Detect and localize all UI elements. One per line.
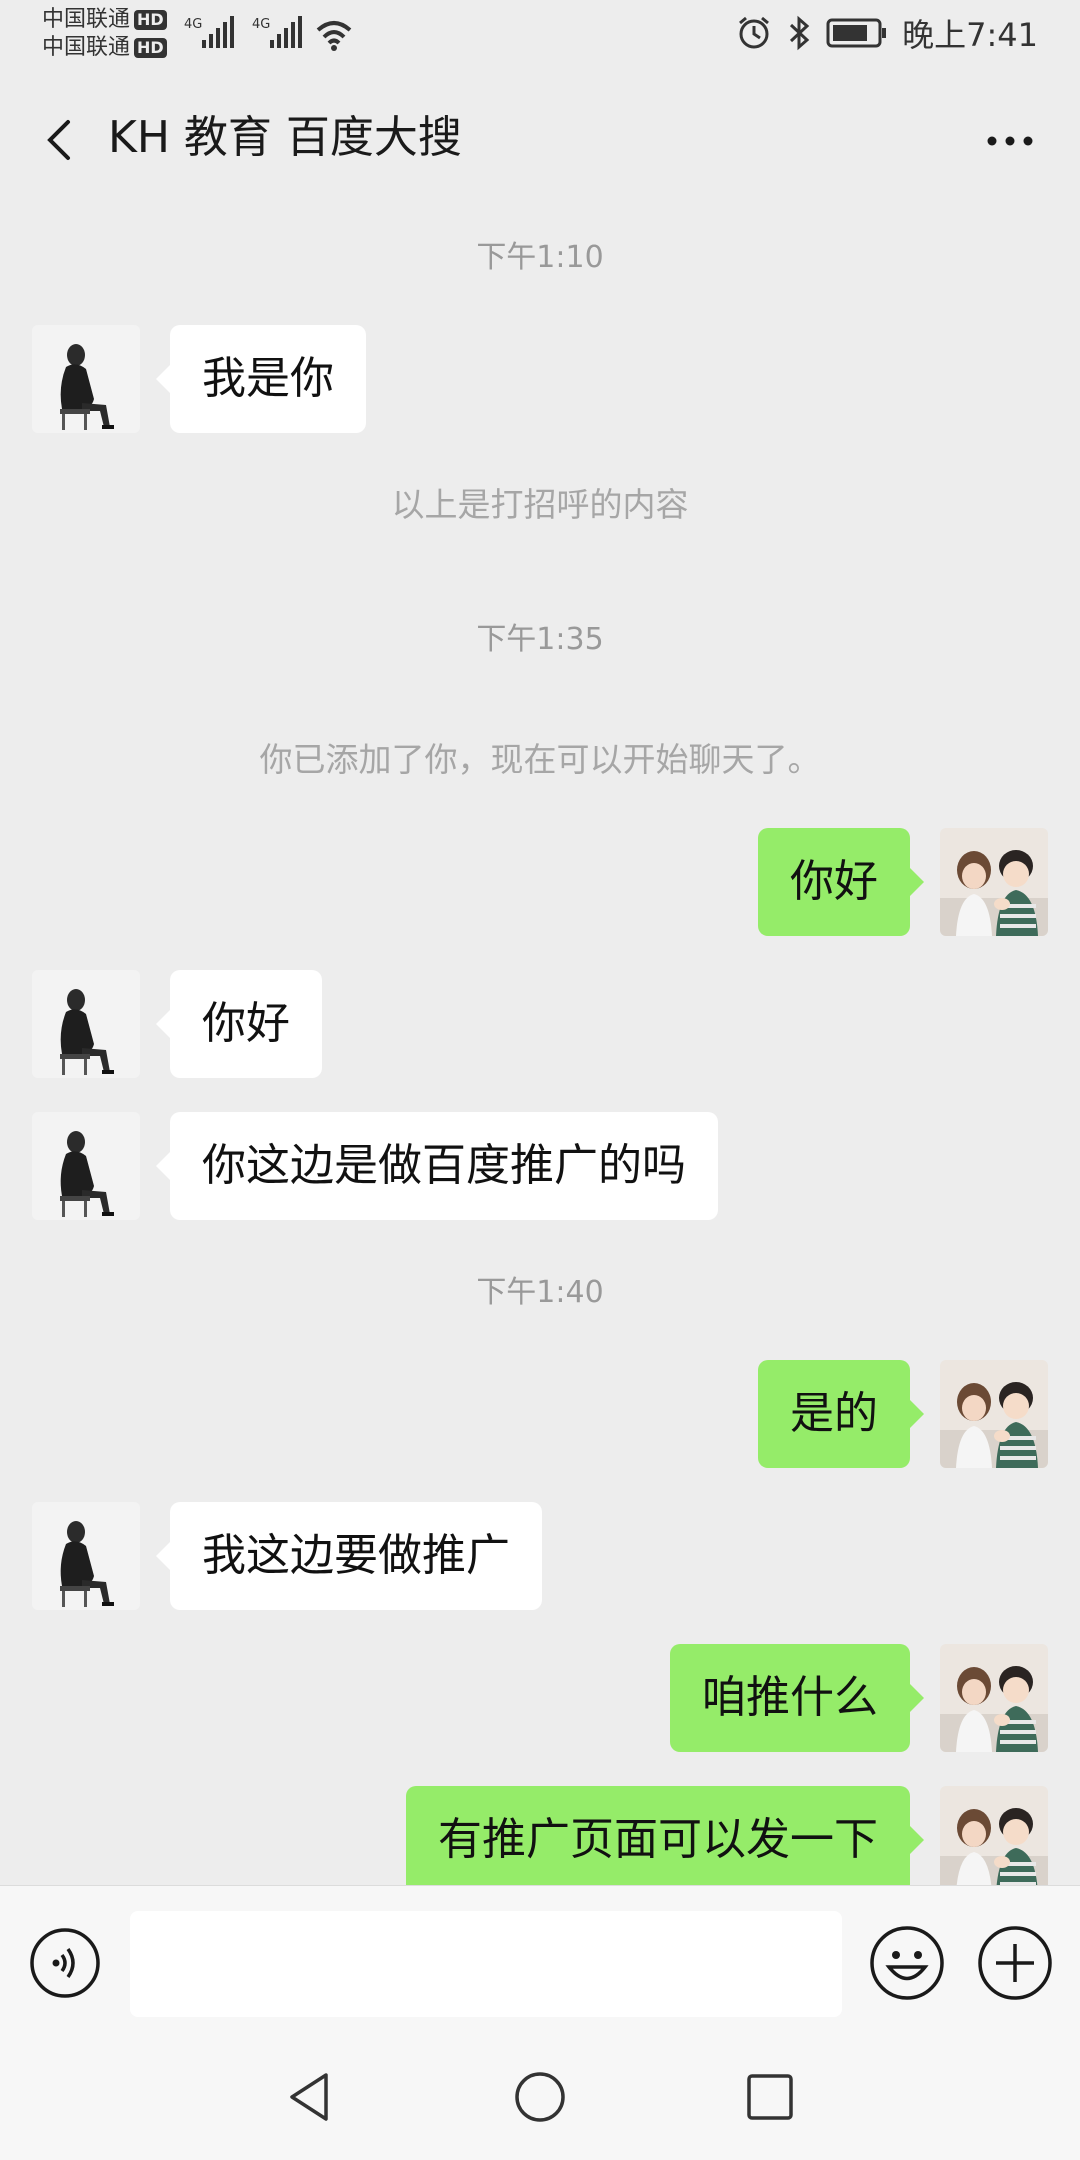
nav-recent-icon[interactable]: [738, 2065, 802, 2129]
time-divider: 下午1:35: [476, 622, 604, 657]
message-bubble-incoming[interactable]: 你好: [156, 970, 322, 1078]
status-right: 晚上7:41: [736, 10, 1038, 56]
message-bubble-outgoing[interactable]: 你好: [758, 828, 924, 936]
status-time: 晚上7:41: [902, 16, 1038, 54]
message-input[interactable]: [130, 1911, 842, 2017]
emoji-icon[interactable]: [868, 1924, 946, 2002]
message-bubble-incoming[interactable]: 我是你: [156, 325, 366, 433]
my-avatar[interactable]: [940, 828, 1048, 936]
contact-avatar[interactable]: [32, 1502, 140, 1610]
more-icon[interactable]: [980, 116, 1040, 166]
my-avatar[interactable]: [940, 1786, 1048, 1885]
plus-icon[interactable]: [976, 1924, 1054, 2002]
title-bar: KH 教育 百度大搜: [0, 80, 1080, 195]
chat-title: KH 教育 百度大搜: [108, 112, 462, 163]
message-bubble-incoming[interactable]: 你这边是做百度推广的吗: [156, 1112, 718, 1220]
my-avatar[interactable]: [940, 1644, 1048, 1752]
status-bar: 中国联通 HD 中国联通 HD 4G 4G 晚上7:41: [0, 0, 1080, 70]
battery-icon: [826, 18, 887, 48]
bluetooth-icon: [790, 15, 810, 51]
contact-avatar[interactable]: [32, 325, 140, 433]
system-notice: 你已添加了你，现在可以开始聊天了。: [259, 740, 821, 779]
message-bubble-outgoing[interactable]: 有推广页面可以发一下: [406, 1786, 924, 1885]
nav-back-icon[interactable]: [278, 2065, 342, 2129]
svg-text:4G: 4G: [184, 17, 202, 32]
voice-icon[interactable]: [28, 1926, 102, 2000]
contact-avatar[interactable]: [32, 1112, 140, 1220]
back-arrow-icon[interactable]: [34, 110, 84, 170]
carrier-name-2: 中国联通: [42, 35, 131, 60]
alarm-icon: [739, 16, 770, 49]
message-bubble-incoming[interactable]: 我这边要做推广: [156, 1502, 542, 1610]
hd-badge-1: HD: [134, 10, 167, 30]
wifi-icon: [316, 21, 352, 51]
time-divider: 下午1:40: [476, 1275, 604, 1310]
signal-icon: 4G: [184, 16, 234, 48]
input-bar: [0, 1885, 1080, 2036]
message-bubble-outgoing[interactable]: 咱推什么: [670, 1644, 924, 1752]
chat-area[interactable]: 下午1:10 我是你 以上是打招呼的内容 下午1:35 你已添加了你，现在可以开…: [0, 195, 1080, 1885]
system-notice: 以上是打招呼的内容: [391, 485, 689, 524]
nav-home-icon[interactable]: [508, 2065, 572, 2129]
message-bubble-outgoing[interactable]: 是的: [758, 1360, 924, 1468]
my-avatar[interactable]: [940, 1360, 1048, 1468]
carrier-info: 中国联通 HD 中国联通 HD: [42, 6, 167, 62]
contact-avatar[interactable]: [32, 970, 140, 1078]
system-nav-bar: [0, 2035, 1080, 2160]
carrier-name-1: 中国联通: [42, 7, 131, 32]
hd-badge-2: HD: [134, 38, 167, 58]
time-divider: 下午1:10: [476, 240, 604, 275]
svg-text:4G: 4G: [252, 17, 270, 32]
signal-icon: 4G: [252, 16, 302, 48]
